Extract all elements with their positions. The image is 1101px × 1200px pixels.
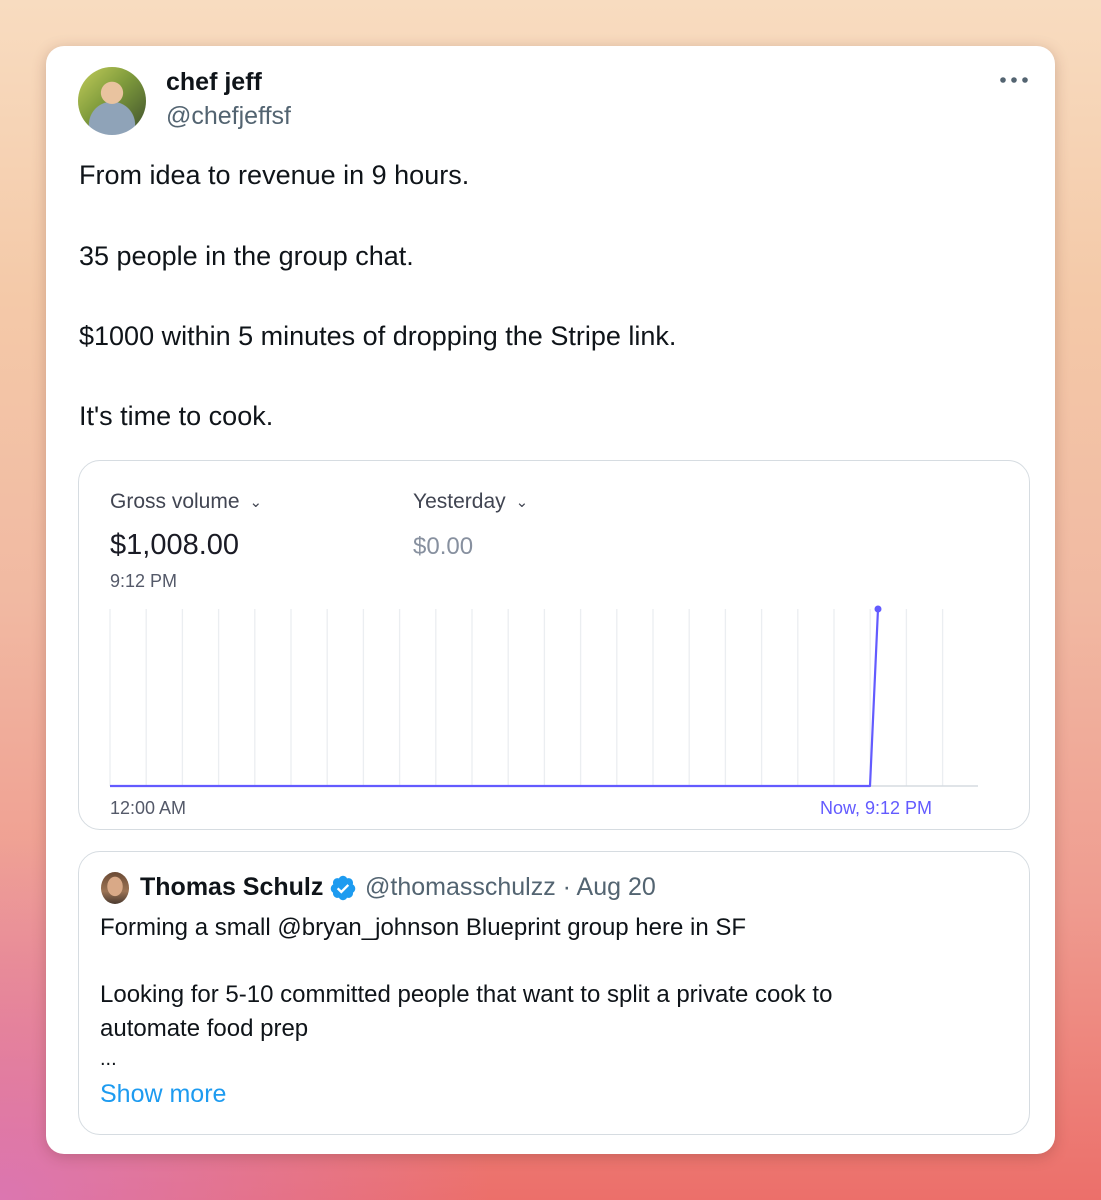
- tweet-paragraph: $1000 within 5 minutes of dropping the S…: [79, 321, 677, 351]
- x-axis-start-label: 12:00 AM: [110, 798, 187, 818]
- quoted-text-line: automate food prep: [100, 1015, 309, 1042]
- quoted-text-line: Looking for 5-10 committed people that w…: [100, 981, 833, 1008]
- gross-volume-chart: [109, 605, 978, 788]
- more-options-button[interactable]: [996, 68, 1032, 92]
- stripe-dashboard-screenshot: Gross volume ⌄ $1,008.00 9:12 PM Yesterd…: [78, 460, 1030, 830]
- author-handle[interactable]: @chefjeffsf: [166, 102, 291, 131]
- author-avatar[interactable]: [78, 67, 146, 135]
- show-more-link[interactable]: Show more: [100, 1080, 226, 1109]
- chart-latest-point: [874, 605, 882, 613]
- more-horizontal-icon: [1000, 77, 1028, 83]
- gross-volume-line: [110, 608, 880, 788]
- quoted-tweet[interactable]: Thomas Schulz @thomasschulzz · Aug 20 Fo…: [78, 851, 1030, 1135]
- x-axis-end-label: Now, 9:12 PM: [820, 798, 933, 818]
- quoted-handle-date: @thomasschulzz · Aug 20: [365, 873, 656, 901]
- tweet-paragraph: 35 people in the group chat.: [79, 241, 414, 271]
- quoted-text-line: Forming a small @bryan_johnson Blueprint…: [100, 914, 747, 941]
- quoted-author-name[interactable]: Thomas Schulz: [140, 873, 323, 902]
- quoted-author-avatar[interactable]: [101, 872, 129, 904]
- verified-badge-icon: [330, 875, 356, 901]
- tweet-paragraph: It's time to cook.: [79, 401, 274, 431]
- author-name[interactable]: chef jeff: [166, 68, 262, 97]
- tweet-card: chef jeff @chefjeffsf From idea to reven…: [46, 46, 1055, 1154]
- quoted-ellipsis: ...: [100, 1048, 117, 1070]
- tweet-paragraph: From idea to revenue in 9 hours.: [79, 160, 470, 190]
